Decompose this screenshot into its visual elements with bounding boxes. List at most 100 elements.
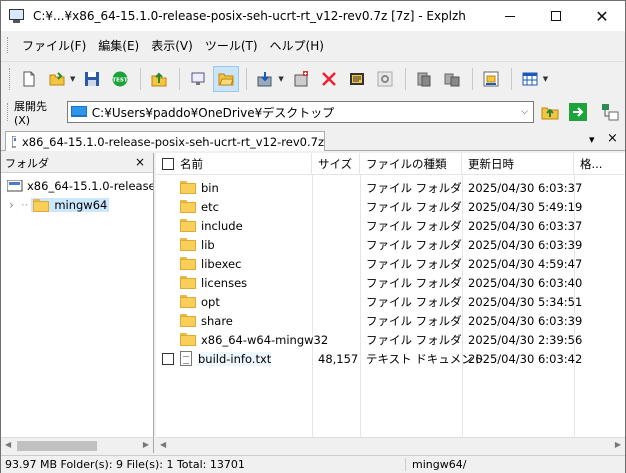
go-button[interactable] <box>565 99 591 125</box>
tab-close-icon[interactable]: × <box>607 131 618 146</box>
address-grip <box>7 103 10 121</box>
self-extract-icon <box>483 71 499 86</box>
table-row[interactable]: etc ファイル フォルダ 2025/04/30 5:49:19 <box>156 197 625 216</box>
open-folder-button[interactable] <box>213 65 240 92</box>
window-title: C:¥...¥x86_64-15.1.0-release-posix-seh-u… <box>33 9 466 23</box>
row-checkbox[interactable] <box>162 352 174 365</box>
title-bar: C:¥...¥x86_64-15.1.0-release-posix-seh-u… <box>1 1 625 31</box>
column-size[interactable]: サイズ <box>312 153 360 175</box>
column-name[interactable]: 名前 <box>156 153 312 175</box>
scroll-right-icon[interactable]: ▶ <box>615 440 621 449</box>
file-name: lib <box>201 237 215 252</box>
test-icon: TEST <box>113 71 128 86</box>
open-button[interactable] <box>44 66 70 92</box>
maximize-button[interactable] <box>533 1 579 31</box>
folder-icon <box>180 333 196 346</box>
folder-up-button[interactable] <box>538 99 564 125</box>
destination-path[interactable]: C:¥Users¥paddo¥OneDrive¥デスクトップ <box>92 104 517 121</box>
table-row[interactable]: include ファイル フォルダ 2025/04/30 6:03:37 <box>156 216 625 235</box>
cell-type: ファイル フォルダ <box>366 313 462 328</box>
toolbar-separator <box>246 67 248 90</box>
extract-dropdown-icon[interactable]: ▼ <box>278 75 283 83</box>
menu-tools[interactable]: ツール(T) <box>199 35 264 56</box>
new-archive-icon <box>23 71 35 86</box>
file-name: share <box>201 313 233 328</box>
folder-pane-hscrollbar[interactable]: ◀ ▶ <box>1 437 153 453</box>
tab-list-dropdown[interactable]: ▾ <box>589 133 595 146</box>
self-extract-button[interactable] <box>478 66 504 92</box>
table-row[interactable]: bin ファイル フォルダ 2025/04/30 6:03:37 <box>156 178 625 197</box>
folder-icon <box>180 257 196 270</box>
test-button[interactable]: TEST <box>107 66 133 92</box>
file-name: licenses <box>201 275 248 290</box>
folder-icon <box>180 276 196 289</box>
view-button[interactable] <box>185 66 211 92</box>
folder-pane-close-icon[interactable]: × <box>135 155 145 169</box>
cell-name: include <box>162 216 243 235</box>
cell-type: ファイル フォルダ <box>366 256 462 271</box>
menu-file[interactable]: ファイル(F) <box>16 35 92 56</box>
table-row[interactable]: opt ファイル フォルダ 2025/04/30 5:34:51 <box>156 292 625 311</box>
cell-type: ファイル フォルダ <box>366 180 462 195</box>
select-all-checkbox[interactable] <box>162 158 174 170</box>
file-list-hscrollbar[interactable]: ◀ ▶ <box>156 437 625 453</box>
extract-button[interactable] <box>252 66 278 92</box>
copy-button[interactable] <box>411 66 437 92</box>
view-mode-button[interactable] <box>517 66 543 92</box>
cell-type: テキスト ドキュメント <box>366 351 485 366</box>
open-dropdown-icon[interactable]: ▼ <box>70 75 75 83</box>
menu-view[interactable]: 表示(V) <box>145 35 199 56</box>
cell-name: share <box>162 311 233 330</box>
menu-help[interactable]: ヘルプ(H) <box>264 35 330 56</box>
scroll-right-icon[interactable]: ▶ <box>143 440 149 449</box>
up-button[interactable] <box>146 66 172 92</box>
folder-icon <box>180 238 196 251</box>
new-archive-button[interactable] <box>16 66 42 92</box>
cell-type: ファイル フォルダ <box>366 218 462 233</box>
column-storage[interactable]: 格... <box>574 153 625 175</box>
destination-combobox[interactable]: C:¥Users¥paddo¥OneDrive¥デスクトップ ⌵ <box>66 101 534 123</box>
maximize-icon <box>551 11 561 21</box>
table-row[interactable]: licenses ファイル フォルダ 2025/04/30 6:03:40 <box>156 273 625 292</box>
scroll-left-icon[interactable]: ◀ <box>160 440 166 449</box>
scroll-left-icon[interactable]: ◀ <box>5 440 11 449</box>
expand-icon[interactable]: › <box>9 198 21 212</box>
delete-button[interactable] <box>316 66 342 92</box>
status-bar: 93.97 MB Folder(s): 9 File(s): 1 Total: … <box>1 455 625 473</box>
column-type[interactable]: ファイルの種類 <box>360 153 462 175</box>
cell-type: ファイル フォルダ <box>366 294 462 309</box>
column-date[interactable]: 更新日時 <box>462 153 574 175</box>
table-row[interactable]: x86_64-w64-mingw32 ファイル フォルダ 2025/04/30 2:… <box>156 330 625 349</box>
properties-button[interactable] <box>344 66 370 92</box>
table-row[interactable]: lib ファイル フォルダ 2025/04/30 6:03:39 <box>156 235 625 254</box>
archive-icon <box>12 135 16 147</box>
move-button[interactable] <box>439 66 465 92</box>
view-icon <box>191 72 205 85</box>
toolbar-grip <box>9 67 12 90</box>
scroll-thumb[interactable] <box>17 441 97 451</box>
view-mode-dropdown-icon[interactable]: ▼ <box>543 75 548 83</box>
table-row[interactable]: libexec ファイル フォルダ 2025/04/30 4:59:47 <box>156 254 625 273</box>
cell-date: 2025/04/30 2:39:56 <box>468 332 583 347</box>
tree-item-mingw64[interactable]: › ·· mingw64 <box>9 198 110 212</box>
add-button[interactable] <box>288 66 314 92</box>
tree-selected-node[interactable]: mingw64 <box>31 198 110 212</box>
settings-button[interactable] <box>372 66 398 92</box>
tree-root[interactable]: x86_64-15.1.0-release-posix-seh-ucrt-rt_… <box>7 179 153 193</box>
tab-archive[interactable]: x86_64-15.1.0-release-posix-seh-ucrt-rt_… <box>5 131 325 151</box>
view-mode-icon <box>522 72 538 85</box>
chevron-down-icon[interactable]: ⌵ <box>517 107 533 117</box>
status-summary: 93.97 MB Folder(s): 9 File(s): 1 Total: … <box>1 458 406 471</box>
table-row[interactable]: share ファイル フォルダ 2025/04/30 6:03:39 <box>156 311 625 330</box>
status-path: mingw64/ <box>412 458 467 471</box>
minimize-button[interactable] <box>487 1 533 31</box>
menu-edit[interactable]: 編集(E) <box>92 35 145 56</box>
cell-date: 2025/04/30 6:03:37 <box>468 180 583 195</box>
destination-options-button[interactable] <box>597 99 623 125</box>
table-row[interactable]: build-info.txt 48,157 テキスト ドキュメント 2025/04/3… <box>156 349 625 368</box>
save-button[interactable] <box>79 66 105 92</box>
add-icon <box>294 70 308 86</box>
close-button[interactable]: ✕ <box>579 1 625 31</box>
folder-tree-pane: フォルダ × x86_64-15.1.0-release-posix-seh-u… <box>1 153 154 453</box>
cell-type: ファイル フォルダ <box>366 199 462 214</box>
